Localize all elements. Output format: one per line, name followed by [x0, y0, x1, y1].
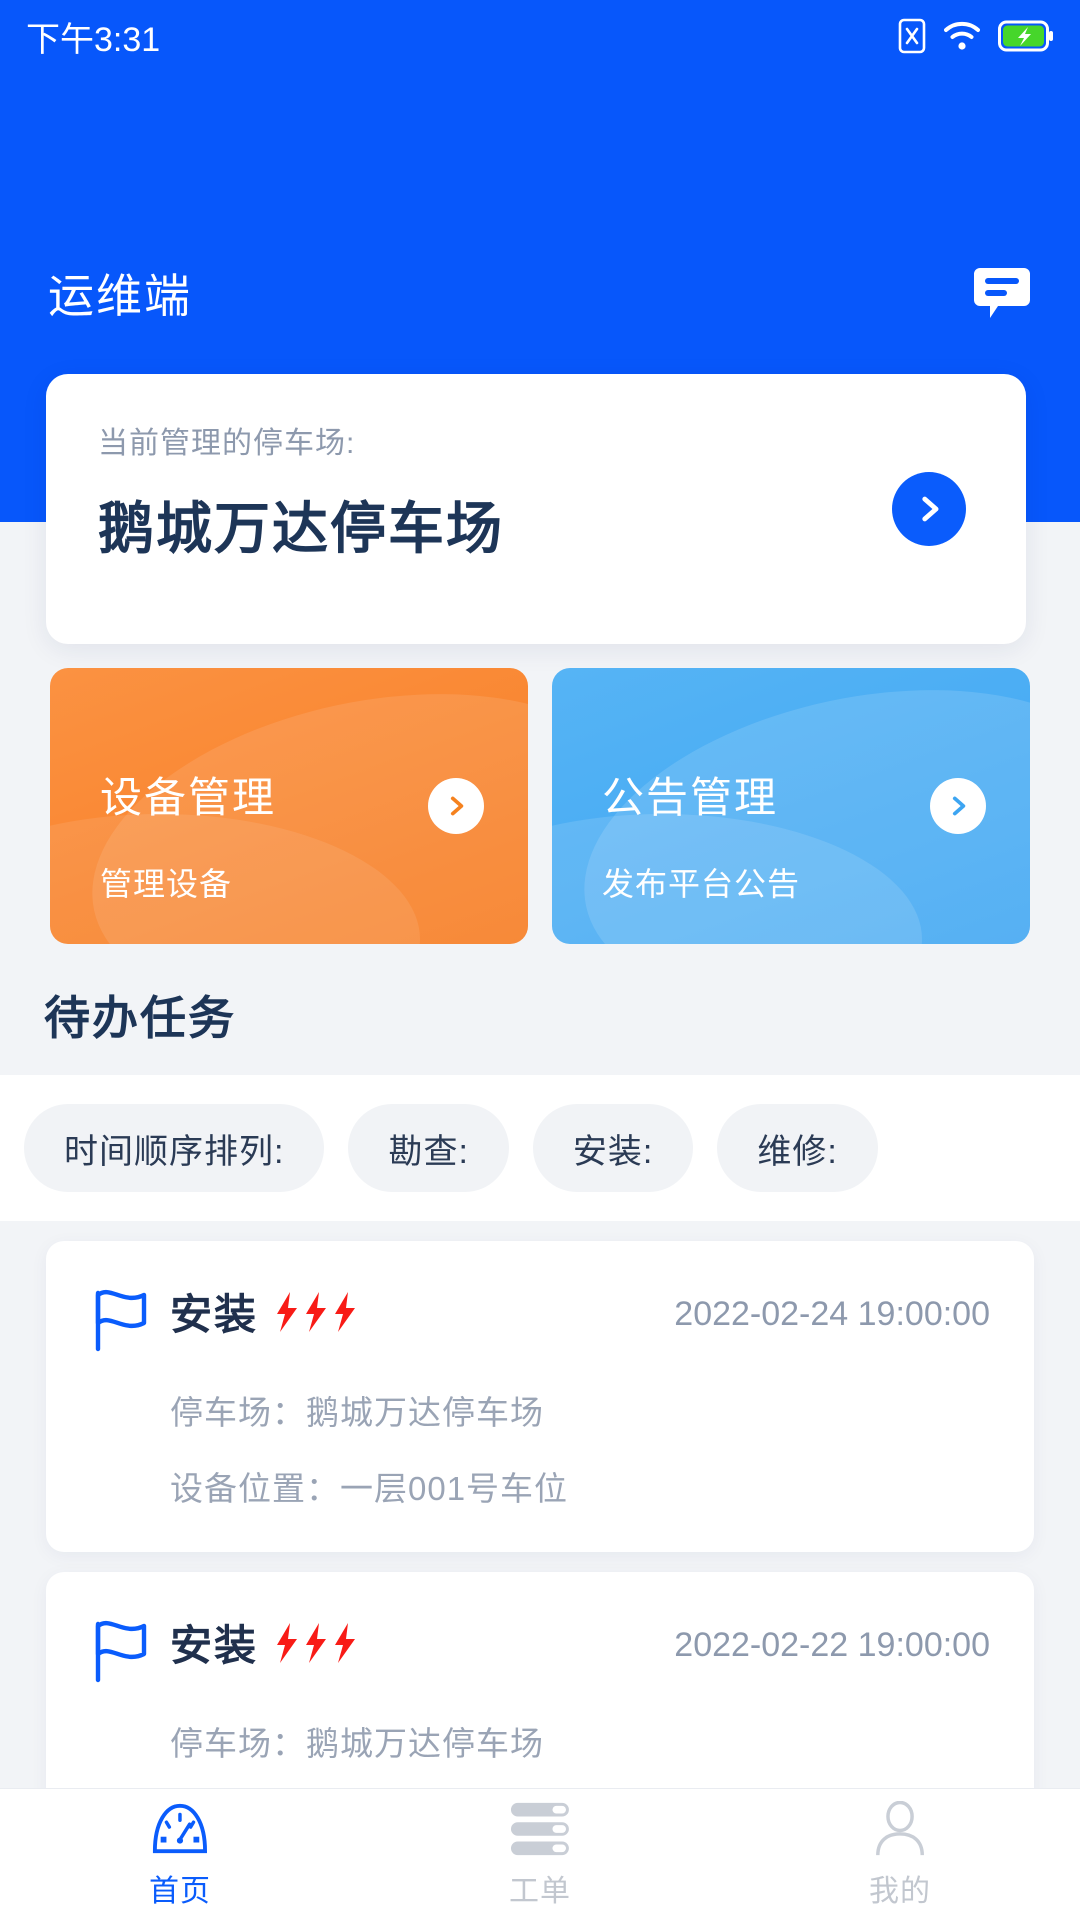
task-header-main: 安装 2022-02-22 19:00:00	[170, 1612, 990, 1673]
feature-subtitle: 发布平台公告	[602, 866, 801, 902]
sim-x-icon	[898, 18, 926, 54]
page-title: 运维端	[48, 270, 192, 322]
filter-chip-repair[interactable]: 维修:	[717, 1104, 878, 1192]
status-icons	[898, 18, 1054, 54]
tab-label: 首页	[149, 1874, 211, 1908]
pending-tasks-title: 待办任务	[44, 992, 236, 1044]
task-device-position: 设备位置：一层001号车位	[170, 1470, 569, 1507]
table-row[interactable]: 安装 2022-02-24 19:00:00 停车场：鹅城万达停车场 设备位置：…	[46, 1241, 1034, 1552]
person-icon	[873, 1800, 927, 1858]
task-date: 2022-02-24 19:00:00	[674, 1295, 990, 1333]
feature-card-announcement-management[interactable]: 公告管理 发布平台公告	[552, 668, 1030, 944]
task-filter-bar: 时间顺序排列: 勘查: 安装: 维修:	[0, 1075, 1080, 1221]
priority-bolts	[274, 1622, 358, 1663]
app-bar: 运维端	[0, 248, 1080, 338]
feature-card-device-management[interactable]: 设备管理 管理设备	[50, 668, 528, 944]
task-list[interactable]: 安装 2022-02-24 19:00:00 停车场：鹅城万达停车场 设备位置：…	[0, 1221, 1080, 1788]
feature-subtitle: 管理设备	[100, 866, 233, 902]
task-header: 安装 2022-02-24 19:00:00	[90, 1281, 990, 1358]
priority-bolts	[274, 1291, 358, 1332]
chevron-right-icon[interactable]	[892, 472, 966, 546]
table-row[interactable]: 安装 2022-02-22 19:00:00 停车场：鹅城万达停车场	[46, 1572, 1034, 1788]
task-type: 安装	[170, 1622, 259, 1669]
tab-mine[interactable]: 我的	[720, 1789, 1080, 1920]
chevron-right-icon[interactable]	[930, 778, 986, 834]
current-parking-lot-card[interactable]: 当前管理的停车场: 鹅城万达停车场	[46, 374, 1026, 644]
current-lot-name: 鹅城万达停车场	[98, 497, 504, 560]
current-lot-label: 当前管理的停车场:	[98, 427, 356, 460]
tab-work-orders[interactable]: 工单	[360, 1789, 720, 1920]
tab-home[interactable]: 首页	[0, 1789, 360, 1920]
flag-icon	[90, 1281, 152, 1358]
task-title-row: 安装 2022-02-22 19:00:00	[170, 1612, 990, 1673]
wifi-icon	[944, 21, 980, 51]
status-time: 下午3:31	[26, 20, 161, 59]
status-bar: 下午3:31	[0, 0, 1080, 72]
task-header-main: 安装 2022-02-24 19:00:00	[170, 1281, 990, 1342]
battery-charging-icon	[998, 20, 1054, 52]
task-header: 安装 2022-02-22 19:00:00	[90, 1612, 990, 1689]
flag-icon	[90, 1612, 152, 1689]
filter-chip-install[interactable]: 安装:	[532, 1104, 694, 1192]
task-title-row: 安装 2022-02-24 19:00:00	[170, 1281, 990, 1342]
bottom-tab-bar: 首页 工单 我的	[0, 1788, 1080, 1920]
feature-card-row: 设备管理 管理设备 公告管理 发布平台公告	[50, 668, 1030, 944]
gauge-icon	[151, 1800, 209, 1858]
filter-chip-survey[interactable]: 勘查:	[348, 1104, 509, 1192]
tab-label: 我的	[869, 1874, 931, 1908]
filter-chip-sort-by-time[interactable]: 时间顺序排列:	[24, 1104, 325, 1192]
tab-label: 工单	[509, 1874, 571, 1908]
task-type: 安装	[170, 1291, 259, 1338]
message-bubble-icon[interactable]	[972, 264, 1032, 322]
task-date: 2022-02-22 19:00:00	[674, 1626, 990, 1664]
task-parking-lot: 停车场：鹅城万达停车场	[170, 1725, 544, 1762]
chevron-right-icon[interactable]	[428, 778, 484, 834]
list-icon	[510, 1800, 570, 1858]
task-parking-lot: 停车场：鹅城万达停车场	[170, 1394, 544, 1431]
